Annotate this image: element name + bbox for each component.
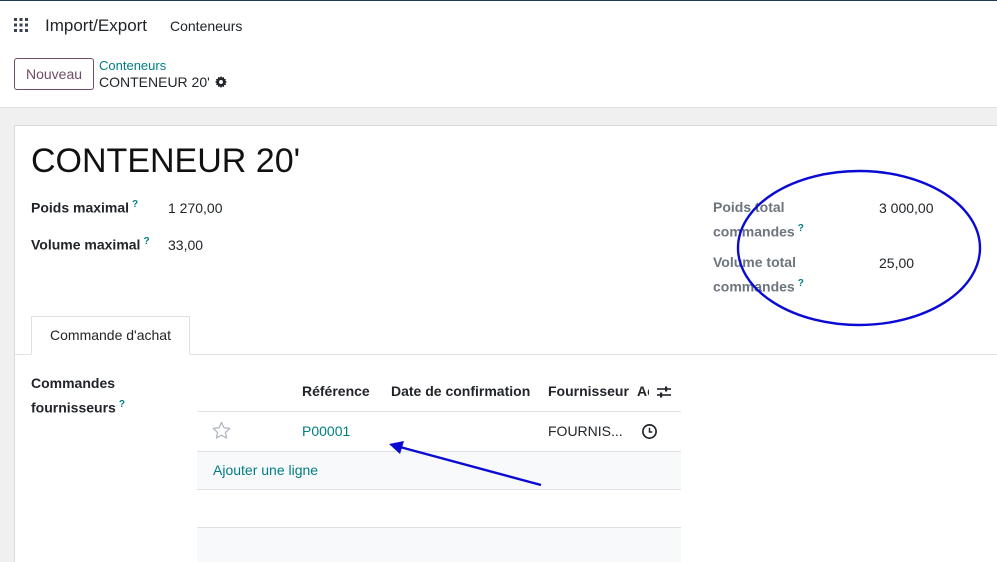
record-title[interactable]: CONTENEUR 20' xyxy=(31,142,300,181)
field-label-line: commandes? xyxy=(713,218,813,243)
empty-row xyxy=(197,528,681,562)
field-label-line: Commandes xyxy=(31,375,116,391)
tab-commande-achat[interactable]: Commande d'achat xyxy=(31,316,190,355)
field-label-line: Poids total xyxy=(713,199,785,215)
help-tooltip-icon[interactable]: ? xyxy=(798,223,804,234)
cell-supplier: FOURNIS... xyxy=(548,423,623,439)
new-button[interactable]: Nouveau xyxy=(14,58,94,90)
table-header-divider xyxy=(197,411,681,412)
menu-item-conteneurs[interactable]: Conteneurs xyxy=(170,18,242,34)
field-value-volume-maximal[interactable]: 33,00 xyxy=(168,237,203,253)
column-header-date-confirmation[interactable]: Date de confirmation xyxy=(391,383,530,399)
field-label-volume-maximal: Volume maximal? xyxy=(31,236,150,253)
help-tooltip-icon[interactable]: ? xyxy=(798,278,804,289)
row-divider xyxy=(197,527,681,528)
clock-icon[interactable] xyxy=(641,423,658,440)
star-icon[interactable] xyxy=(212,421,231,440)
control-panel: Nouveau Conteneurs CONTENEUR 20' xyxy=(0,49,997,107)
field-value-poids-maximal[interactable]: 1 270,00 xyxy=(168,200,223,216)
row-divider xyxy=(197,451,681,452)
gear-icon[interactable] xyxy=(215,76,227,88)
field-label-text: Poids maximal xyxy=(31,199,130,216)
field-label-line-text: fournisseurs xyxy=(31,399,116,416)
field-label-line-text: commandes xyxy=(713,278,795,295)
add-line-button[interactable]: Ajouter une ligne xyxy=(213,462,318,478)
apps-grid-icon[interactable] xyxy=(14,18,28,32)
breadcrumb-current: CONTENEUR 20' xyxy=(99,74,210,90)
field-label-line-text: commandes xyxy=(713,223,795,240)
field-value-volume-total-commandes: 25,00 xyxy=(879,255,915,271)
cell-reference[interactable]: P00001 xyxy=(302,423,350,439)
column-header-fournisseur[interactable]: Fournisseur xyxy=(548,383,629,399)
row-divider xyxy=(197,489,681,490)
column-settings-icon[interactable] xyxy=(656,384,672,400)
field-label-line: Volume total xyxy=(713,254,796,270)
help-tooltip-icon[interactable]: ? xyxy=(119,399,125,410)
column-header-reference[interactable]: Référence xyxy=(302,383,370,399)
app-name[interactable]: Import/Export xyxy=(45,16,147,36)
field-label-text: Volume maximal xyxy=(31,236,141,253)
breadcrumb-parent-link[interactable]: Conteneurs xyxy=(99,58,166,73)
field-label-poids-maximal: Poids maximal? xyxy=(31,199,138,216)
column-header-activites[interactable]: Ac xyxy=(637,383,649,399)
field-label-line: fournisseurs? xyxy=(31,394,171,419)
help-tooltip-icon[interactable]: ? xyxy=(143,236,149,247)
help-tooltip-icon[interactable]: ? xyxy=(132,199,138,210)
top-navbar: Import/Export Conteneurs xyxy=(0,1,997,49)
field-label-volume-total-commandes: Volume total commandes? xyxy=(713,252,813,298)
field-label-commandes-fournisseurs: Commandes fournisseurs? xyxy=(31,373,171,419)
field-value-poids-total-commandes: 3 000,00 xyxy=(879,200,934,216)
field-label-line: commandes? xyxy=(713,273,813,298)
field-label-poids-total-commandes: Poids total commandes? xyxy=(713,197,813,243)
